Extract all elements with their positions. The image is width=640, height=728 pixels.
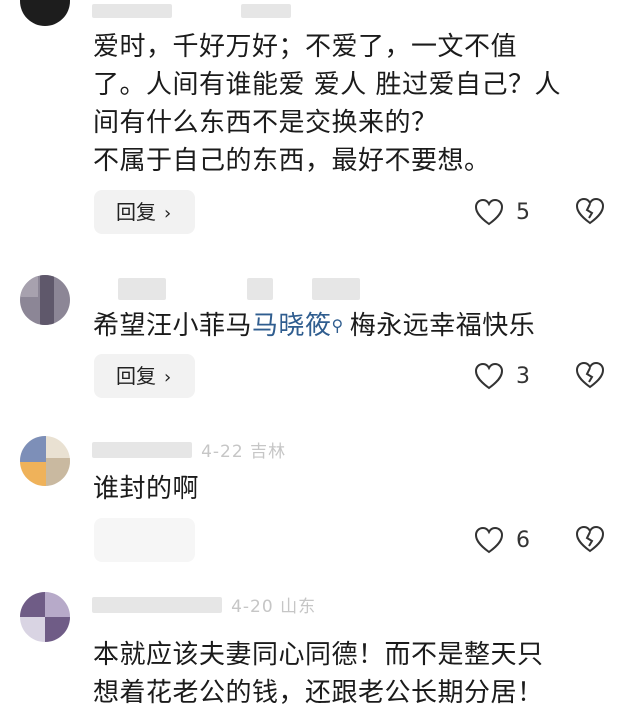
comment-line: 间有什么东西不是交换来的？: [93, 108, 438, 138]
chevron-right-icon: ›: [164, 367, 172, 388]
reply-button[interactable]: [94, 518, 195, 562]
blurred-username: [92, 441, 192, 458]
blurred-username: [92, 3, 172, 18]
comment-line: 本就应该夫妻同心同德！而不是整天只: [93, 640, 544, 670]
mention-link[interactable]: 马晓筱: [252, 311, 332, 341]
comment-line: 不属于自己的东西，最好不要想。: [93, 146, 491, 176]
broken-heart-icon: [575, 361, 605, 389]
comment-line: 想着花老公的钱，还跟老公长期分居！: [93, 678, 544, 708]
comment-meta: [92, 278, 364, 300]
comment-date-location: 4-20 山东: [231, 597, 317, 617]
broken-heart-icon: [575, 197, 605, 225]
comment-line: 了。人间有谁能爱 爱人 胜过爱自己？人: [93, 70, 562, 100]
comment-meta: [92, 0, 295, 22]
comment-text: 爱时，千好万好；不爱了，一文不值 了。人间有谁能爱 爱人 胜过爱自己？人 间有什…: [93, 28, 616, 180]
search-icon[interactable]: ⚲: [332, 316, 344, 335]
blurred-username: [247, 278, 274, 300]
broken-heart-icon: [575, 525, 605, 553]
blurred-username: [312, 278, 361, 300]
dislike-button[interactable]: [575, 197, 605, 227]
avatar[interactable]: [20, 436, 70, 486]
like-count: 6: [516, 527, 530, 553]
dislike-button[interactable]: [575, 361, 605, 391]
blurred-username: [241, 3, 292, 18]
like-button[interactable]: 3: [474, 361, 530, 391]
like-count: 5: [516, 199, 530, 225]
comment-item: 希望汪小菲马马晓筱⚲ 梅永远幸福快乐 回复 › 3: [0, 250, 640, 422]
like-button[interactable]: 5: [474, 197, 530, 227]
comment-text-part: 梅永远幸福快乐: [349, 311, 536, 341]
chevron-right-icon: ›: [164, 203, 172, 224]
blurred-username: [92, 596, 222, 613]
comment-line: 谁封的啊: [93, 474, 200, 504]
reply-label: 回复: [116, 200, 156, 224]
comment-text: 希望汪小菲马马晓筱⚲ 梅永远幸福快乐: [93, 307, 616, 345]
like-button[interactable]: 6: [474, 525, 530, 555]
comment-meta: 4-22 吉林: [92, 437, 292, 462]
heart-outline-icon: [474, 362, 504, 390]
reply-label: 回复: [116, 364, 156, 388]
avatar[interactable]: [20, 0, 70, 26]
reply-button[interactable]: 回复 ›: [94, 190, 195, 234]
heart-outline-icon: [474, 526, 504, 554]
reply-button[interactable]: 回复 ›: [94, 354, 195, 398]
comment-text: 谁封的啊: [93, 470, 616, 508]
heart-outline-icon: [474, 198, 504, 226]
comment-item: 4-22 吉林 谁封的啊 6: [0, 422, 640, 582]
avatar[interactable]: [20, 592, 70, 642]
like-count: 3: [516, 363, 530, 389]
blurred-username: [118, 278, 166, 300]
avatar[interactable]: [20, 275, 70, 325]
comment-item: 爱时，千好万好；不爱了，一文不值 了。人间有谁能爱 爱人 胜过爱自己？人 间有什…: [0, 0, 640, 250]
comment-meta: 4-20 山东: [92, 592, 322, 617]
comment-text: 本就应该夫妻同心同德！而不是整天只 想着花老公的钱，还跟老公长期分居！: [93, 636, 616, 712]
comment-date-location: 4-22 吉林: [201, 442, 287, 462]
comment-text-part: 希望汪小菲马: [93, 311, 253, 341]
comment-line: 爱时，千好万好；不爱了，一文不值: [93, 32, 518, 62]
comment-item: 4-20 山东 本就应该夫妻同心同德！而不是整天只 想着花老公的钱，还跟老公长期…: [0, 582, 640, 728]
dislike-button[interactable]: [575, 525, 605, 555]
